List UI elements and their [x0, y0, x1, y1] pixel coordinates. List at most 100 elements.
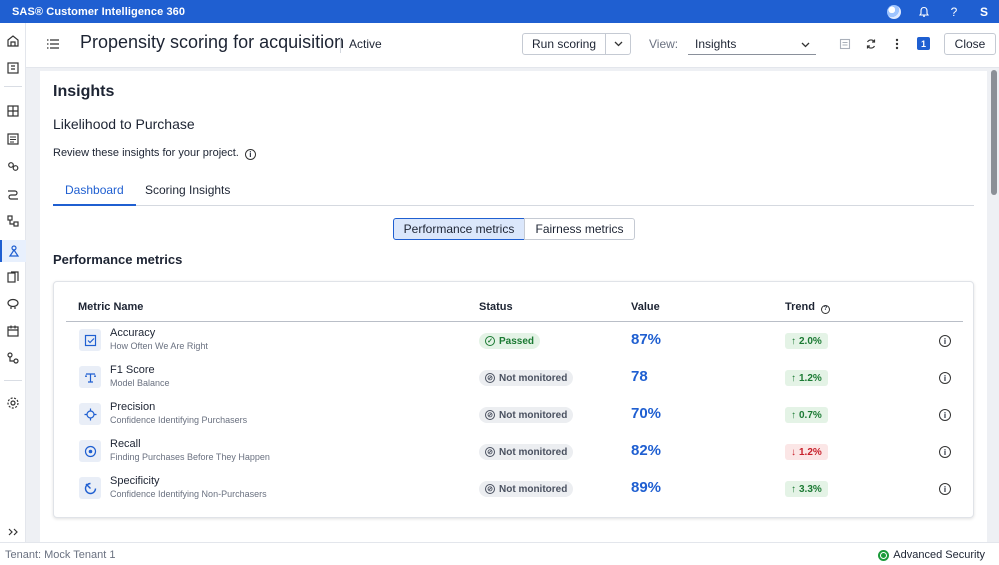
arrow-up-icon: ↑ [791, 372, 796, 384]
performance-metrics-heading: Performance metrics [53, 252, 183, 267]
rail-connect-icon[interactable] [5, 350, 21, 366]
advanced-security-indicator[interactable]: Advanced Security [878, 549, 985, 561]
view-select-value: Insights [695, 37, 737, 51]
status-label: Active [340, 37, 382, 53]
metric-value: 82% [631, 442, 662, 459]
status-badge: ⊘ Not monitored [479, 407, 574, 423]
tab-scoring-insights[interactable]: Scoring Insights [133, 178, 242, 206]
trend-value: 1.2% [799, 372, 822, 384]
rail-documents-icon[interactable] [5, 269, 21, 285]
rail-tree-icon[interactable] [5, 213, 21, 229]
table-row: Recall Finding Purchases Before They Hap… [66, 434, 963, 470]
view-select[interactable]: Insights [688, 34, 816, 55]
metric-value: 70% [631, 405, 662, 422]
metric-value: 78 [631, 368, 648, 385]
brand-bar: SAS® Customer Intelligence 360 ? S [0, 0, 999, 23]
info-icon[interactable]: i [939, 446, 951, 458]
rail-calendar-icon[interactable] [5, 323, 21, 339]
tab-dashboard[interactable]: Dashboard [53, 178, 136, 206]
trend-value: 2.0% [799, 335, 822, 347]
trend-value: 3.3% [799, 483, 822, 495]
trend-badge: ↑ 3.3% [785, 481, 828, 497]
metric-name: Recall [110, 438, 141, 450]
trend-badge: ↑ 0.7% [785, 407, 828, 423]
table-row: Specificity Confidence Identifying Non-P… [66, 471, 963, 507]
info-icon[interactable]: i [939, 335, 951, 347]
arrow-down-icon: ↓ [791, 446, 796, 458]
metric-name: Accuracy [110, 327, 156, 339]
task-count-badge[interactable]: 1 [917, 37, 930, 50]
metric-description: Finding Purchases Before They Happen [110, 452, 270, 462]
arrow-up-icon: ↑ [791, 409, 796, 421]
rail-brain-icon[interactable] [5, 296, 21, 312]
status-badge: ⊘ Not monitored [479, 444, 574, 460]
close-button[interactable]: Close [944, 33, 996, 55]
not-monitored-icon: ⊘ [485, 373, 495, 383]
metric-value: 89% [631, 479, 662, 496]
trend-header-label: Trend [785, 301, 815, 313]
tenant-label: Tenant: Mock Tenant 1 [5, 549, 116, 561]
rail-settings-icon[interactable] [5, 395, 21, 411]
check-circle-icon: ✓ [485, 336, 495, 346]
rail-flow-icon[interactable] [5, 186, 21, 202]
info-icon[interactable]: i [939, 409, 951, 421]
table-row: F1 Score Model Balance ⊘ Not monitored 78… [66, 360, 963, 396]
metric-value: 87% [631, 331, 662, 348]
not-monitored-icon: ⊘ [485, 447, 495, 457]
info-icon[interactable]: i [939, 372, 951, 384]
info-icon[interactable]: i [244, 149, 256, 160]
description-text: Review these insights for your project. [53, 147, 239, 159]
balance-icon [79, 366, 101, 388]
left-rail [0, 23, 26, 542]
metric-name: Specificity [110, 475, 160, 487]
chevron-down-icon [614, 41, 622, 47]
more-options-icon[interactable] [890, 37, 904, 51]
status-text: Not monitored [499, 372, 568, 384]
specificity-icon [79, 477, 101, 499]
page-description: Review these insights for your project. i [53, 147, 256, 160]
recall-icon [79, 440, 101, 462]
trend-badge: ↓ 1.2% [785, 444, 828, 460]
rail-home-icon[interactable] [5, 33, 21, 49]
report-icon[interactable] [838, 37, 852, 51]
status-text: Passed [499, 335, 535, 347]
run-scoring-button[interactable]: Run scoring [522, 33, 606, 55]
user-avatar[interactable]: S [969, 5, 999, 19]
header-divider [66, 321, 963, 322]
expand-rail-icon[interactable] [5, 524, 21, 540]
help-icon[interactable]: ? [939, 5, 969, 19]
assistant-icon[interactable] [879, 4, 909, 19]
metrics-card: Metric Name Status Value Trend ? Accurac… [53, 281, 974, 518]
rail-building-icon[interactable] [5, 60, 21, 76]
metric-description: Model Balance [110, 378, 170, 388]
status-badge: ⊘ Not monitored [479, 370, 574, 386]
view-label: View: [649, 37, 679, 51]
section-heading: Insights [53, 83, 115, 100]
metric-name: F1 Score [110, 364, 155, 376]
arrow-up-icon: ↑ [791, 483, 796, 495]
rail-people-icon[interactable] [5, 159, 21, 175]
refresh-icon[interactable] [864, 37, 878, 51]
tab-bar: Dashboard Scoring Insights [53, 178, 974, 206]
run-scoring-menu-button[interactable] [605, 33, 631, 55]
crosshair-icon [79, 403, 101, 425]
metric-description: Confidence Identifying Non-Purchasers [110, 489, 267, 499]
rail-models-icon[interactable] [0, 240, 26, 262]
status-badge: ✓ Passed [479, 333, 541, 349]
chevron-down-icon [801, 42, 810, 48]
performance-metrics-toggle[interactable]: Performance metrics [393, 218, 525, 240]
rail-grid-icon[interactable] [5, 103, 21, 119]
check-square-icon [79, 329, 101, 351]
status-dot-icon [878, 549, 890, 561]
metric-description: Confidence Identifying Purchasers [110, 415, 248, 425]
status-badge: ⊘ Not monitored [479, 481, 574, 497]
info-icon[interactable]: i [939, 483, 951, 495]
status-text: Not monitored [499, 446, 568, 458]
fairness-metrics-toggle[interactable]: Fairness metrics [524, 218, 635, 240]
scrollbar-thumb[interactable] [991, 70, 997, 195]
menu-icon[interactable] [46, 37, 60, 51]
trend-badge: ↑ 1.2% [785, 370, 828, 386]
rail-list-icon[interactable] [5, 131, 21, 147]
notifications-icon[interactable] [909, 6, 939, 18]
help-icon[interactable]: ? [821, 304, 831, 314]
